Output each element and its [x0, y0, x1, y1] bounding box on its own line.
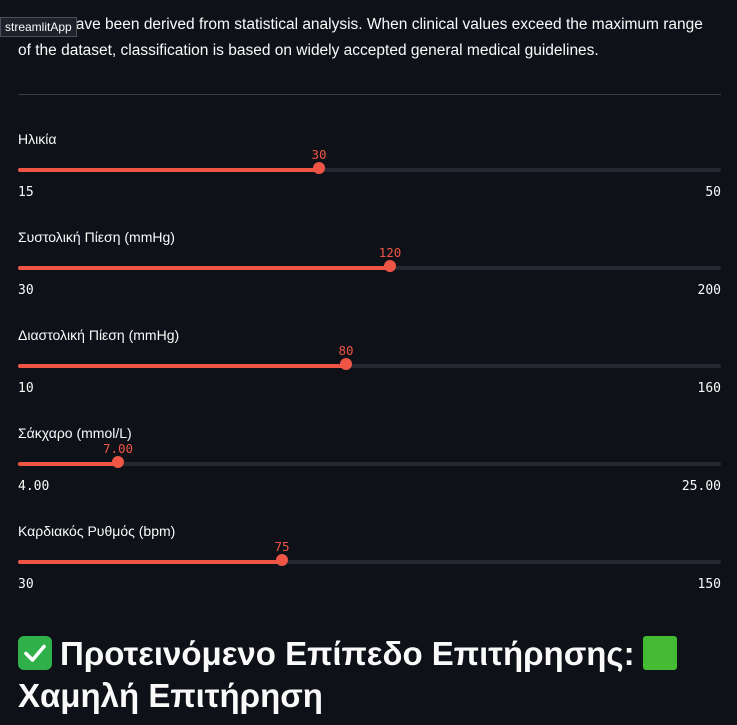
slider-min: 15 [18, 185, 34, 200]
slider-min: 4.00 [18, 479, 50, 494]
monitoring-level-result: Προτεινόμενο Επίπεδο Επιτήρησης: Χαμηλή Ε… [18, 633, 718, 717]
slider-diastolic-pressure: Διαστολική Πίεση (mmHg) 80 10 160 [18, 327, 721, 407]
slider-fill [18, 266, 390, 270]
slider-min: 30 [18, 577, 34, 592]
streamlit-app-badge[interactable]: streamlitApp [0, 17, 77, 37]
slider-value: 7.00 [102, 441, 134, 456]
slider-max: 150 [697, 577, 721, 592]
slider-thumb[interactable] [313, 162, 325, 174]
slider-label: Σάκχαρο (mmol/L) [18, 425, 132, 441]
result-prefix: Προτεινόμενο Επίπεδο Επιτήρησης: [60, 635, 635, 672]
slider-min: 30 [18, 283, 34, 298]
check-mark-icon [18, 636, 52, 670]
slider-value: 120 [378, 245, 402, 260]
intro-text: sholds have been derived from statistica… [18, 16, 703, 59]
slider-fill [18, 560, 282, 564]
slider-thumb[interactable] [384, 260, 396, 272]
divider [18, 94, 721, 95]
slider-value: 75 [274, 539, 290, 554]
slider-label: Συστολική Πίεση (mmHg) [18, 229, 175, 245]
slider-max: 200 [697, 283, 721, 298]
slider-track[interactable] [18, 168, 721, 172]
slider-min: 10 [18, 381, 34, 396]
slider-systolic-pressure: Συστολική Πίεση (mmHg) 120 30 200 [18, 229, 721, 309]
green-square-icon [642, 636, 677, 670]
slider-label: Διαστολική Πίεση (mmHg) [18, 327, 180, 343]
slider-fill [18, 462, 118, 466]
result-level: Χαμηλή Επιτήρηση [18, 677, 323, 714]
slider-thumb[interactable] [340, 358, 352, 370]
slider-max: 25.00 [681, 479, 721, 494]
slider-value: 30 [311, 147, 327, 162]
slider-label: Καρδιακός Ρυθμός (bpm) [18, 523, 176, 539]
slider-track[interactable] [18, 266, 721, 270]
slider-fill [18, 364, 346, 368]
slider-thumb[interactable] [112, 456, 124, 468]
slider-value: 80 [338, 343, 354, 358]
slider-track[interactable] [18, 364, 721, 368]
slider-track[interactable] [18, 560, 721, 564]
slider-age: Ηλικία 30 15 50 [18, 131, 721, 211]
slider-max: 50 [705, 185, 721, 200]
slider-fill [18, 168, 319, 172]
slider-max: 160 [697, 381, 721, 396]
slider-label: Ηλικία [18, 131, 57, 147]
slider-heart-rate: Καρδιακός Ρυθμός (bpm) 75 30 150 [18, 523, 721, 603]
slider-thumb[interactable] [276, 554, 288, 566]
slider-blood-sugar: Σάκχαρο (mmol/L) 7.00 4.00 25.00 [18, 425, 721, 505]
